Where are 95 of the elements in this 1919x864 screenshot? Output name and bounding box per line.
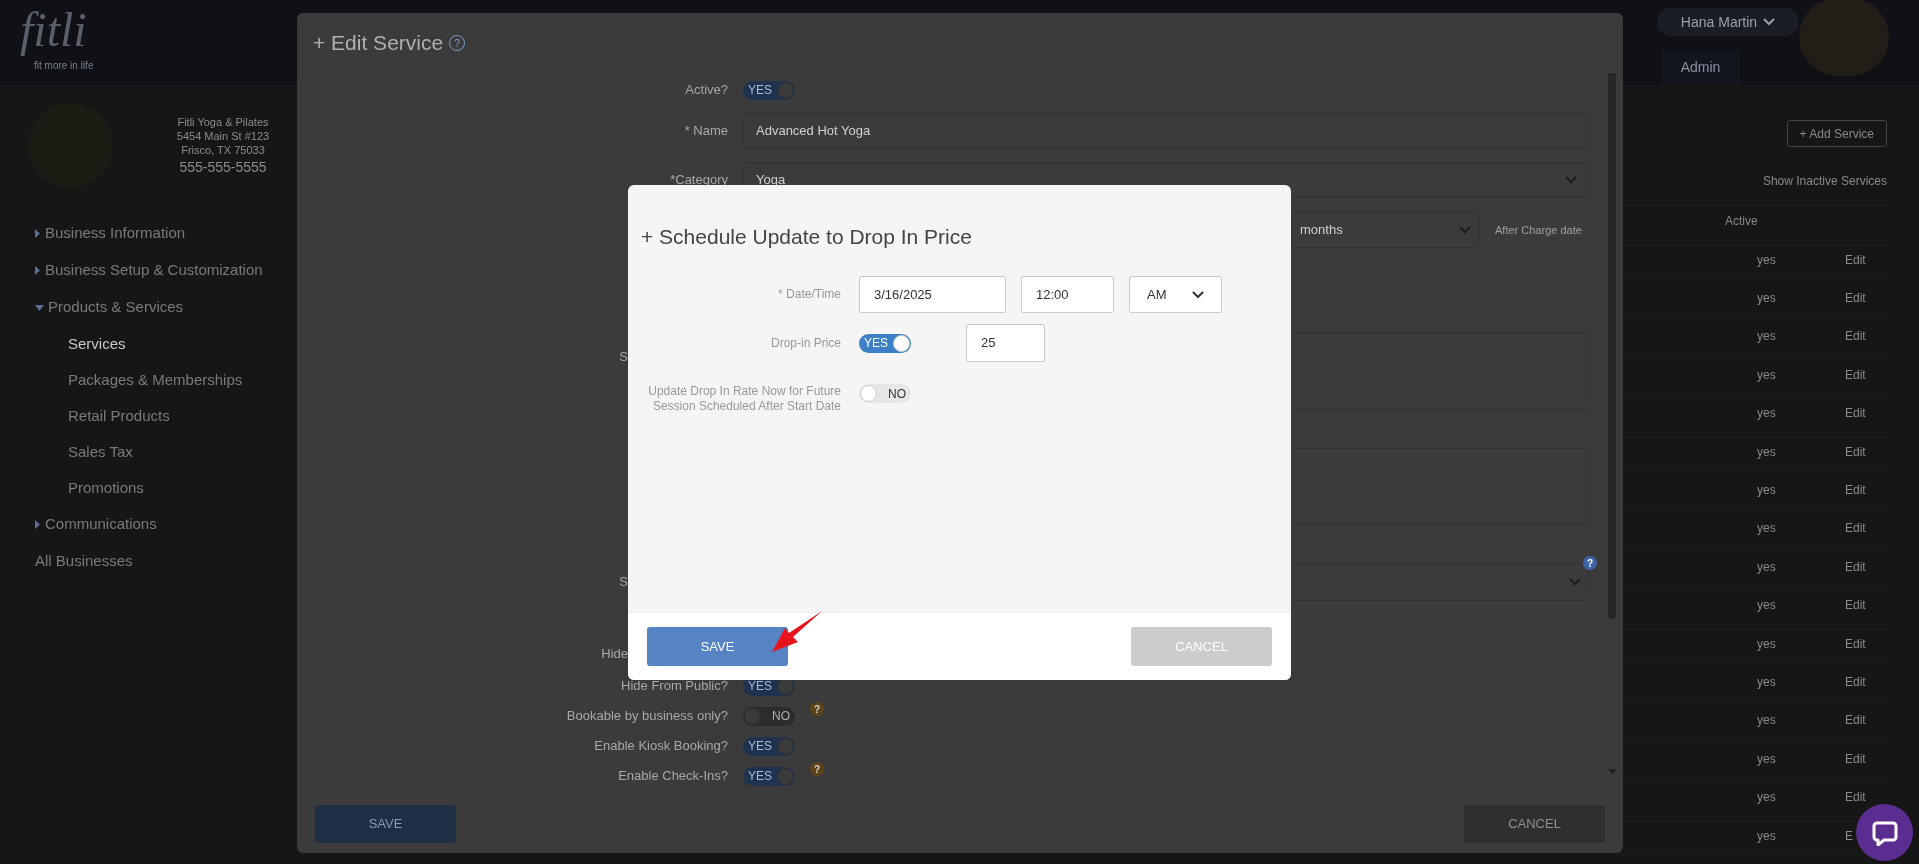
chevron-down-icon	[1565, 176, 1577, 184]
field-label: Hide	[600, 645, 628, 664]
toggle-switch[interactable]: NO	[743, 706, 795, 726]
table-cell-text: yes	[1757, 597, 1776, 615]
table-cell-text: yes	[1757, 635, 1776, 653]
table-cell-text: yes	[1757, 328, 1776, 346]
edit-link[interactable]: Edit	[1845, 444, 1866, 459]
table-cell-text: yes	[1757, 482, 1776, 500]
edit-link[interactable]: Edit	[1845, 751, 1866, 766]
toggle-switch[interactable]: YES	[859, 333, 911, 353]
help-icon[interactable]: ?	[810, 702, 824, 716]
table-cell-text: yes	[1757, 827, 1776, 845]
date-field[interactable]: 3/16/2025	[859, 276, 1006, 313]
edit-link[interactable]: Edit	[1845, 521, 1866, 536]
table-cell-text: yes	[1757, 290, 1776, 308]
edit-link[interactable]: Edit	[1845, 252, 1866, 267]
chat-bubble-icon	[1871, 819, 1898, 846]
field-label: Bookable by business only?	[565, 707, 728, 726]
save-button[interactable]: SAVE	[647, 627, 788, 666]
table-cell-text: yes	[1757, 750, 1776, 768]
toggle-switch[interactable]: YES	[743, 80, 795, 100]
sidebar-item[interactable]: Business Setup & Customization	[45, 259, 263, 282]
help-icon[interactable]: ?	[810, 762, 824, 776]
table-cell-text: yes	[1757, 520, 1776, 538]
scrollbar[interactable]	[1607, 73, 1617, 775]
table-cell-text: yes	[1757, 443, 1776, 461]
user-menu[interactable]: Hana Martin	[1657, 8, 1799, 36]
edit-link[interactable]: Edit	[1845, 329, 1866, 344]
field-label: * Name	[683, 122, 728, 141]
edit-link[interactable]: Edit	[1845, 406, 1866, 421]
sidebar-item[interactable]: All Businesses	[35, 550, 133, 573]
edit-link[interactable]: Edit	[1845, 483, 1866, 498]
sidebar-subitem[interactable]: Retail Products	[68, 404, 170, 428]
sidebar-item[interactable]: Business Information	[45, 222, 186, 245]
sidebar-subitem[interactable]: Promotions	[68, 476, 144, 500]
sidebar-subitem[interactable]: Sales Tax	[68, 440, 133, 464]
edit-link[interactable]: Edit	[1845, 291, 1866, 306]
field-label: Update Drop In Rate Now for Future Session Scheduled After Start Date	[647, 384, 841, 414]
edit-link[interactable]: Edit	[1845, 367, 1866, 382]
table-cell-text: yes	[1757, 366, 1776, 384]
toggle-switch[interactable]: YES	[743, 766, 795, 786]
table-cell-text: yes	[1757, 712, 1776, 730]
chevron-down-icon	[1763, 18, 1776, 26]
edit-link[interactable]: Edit	[1845, 598, 1866, 613]
field-label: Hide From Public?	[620, 677, 728, 696]
business-address: 5454 Main St #123	[176, 129, 270, 143]
cancel-button[interactable]: CANCEL	[1464, 804, 1605, 843]
edit-link[interactable]: Edit	[1845, 559, 1866, 574]
field-note: After Charge date	[1495, 223, 1583, 237]
add-service-button[interactable]: + Add Service	[1786, 120, 1887, 147]
edit-link[interactable]: Edit	[1845, 713, 1866, 728]
field-label: *Category	[669, 171, 728, 190]
chevron-down-icon	[1192, 290, 1204, 299]
table-cell-text: yes	[1757, 558, 1776, 576]
save-button[interactable]: SAVE	[315, 804, 456, 843]
business-name: Fitli Yoga & Pilates	[177, 115, 269, 129]
field-label: Enable Kiosk Booking?	[593, 737, 728, 756]
nav-tab[interactable]: Admin	[1662, 50, 1739, 85]
field-label: Enable Check-Ins?	[617, 767, 728, 786]
business-phone: 555-555-5555	[179, 158, 267, 177]
price-field[interactable]: 25	[966, 324, 1045, 362]
chevron-down-icon	[1569, 578, 1581, 586]
sidebar-item[interactable]: Communications	[45, 513, 157, 536]
sidebar-subitem[interactable]: Services	[68, 332, 126, 356]
chat-button[interactable]	[1856, 804, 1913, 861]
edit-link[interactable]: Edit	[1845, 790, 1866, 805]
chevron-down-icon	[1459, 226, 1471, 234]
table-cell-text: yes	[1757, 789, 1776, 807]
table-cell-text: yes	[1757, 251, 1776, 269]
field-label: * Date/Time	[777, 287, 841, 302]
toggle-switch[interactable]: YES	[743, 736, 795, 756]
sidebar-item[interactable]: Products & Services	[48, 296, 184, 319]
edit-link[interactable]: Edit	[1845, 636, 1866, 651]
column-header: Active	[1725, 212, 1758, 230]
table-cell-text: yes	[1757, 674, 1776, 691]
am-pm-select[interactable]: AM	[1129, 276, 1222, 313]
field-label: Drop-in Price	[769, 335, 841, 351]
table-cell-text: yes	[1757, 405, 1776, 423]
period-select[interactable]: months	[1291, 212, 1480, 248]
edit-link[interactable]: E	[1845, 828, 1853, 843]
help-icon[interactable]: ?	[1583, 556, 1597, 570]
field-label: Active?	[684, 81, 728, 100]
dialog-title: + Schedule Update to Drop In Price	[641, 225, 972, 248]
sidebar-subitem[interactable]: Packages & Memberships	[68, 368, 243, 392]
business-city: Frisco, TX 75033	[181, 143, 265, 157]
scroll-down-icon[interactable]	[1607, 769, 1617, 775]
toggle-switch[interactable]: NO	[859, 384, 911, 403]
time-field[interactable]: 12:00	[1021, 276, 1114, 313]
logo: fitli	[20, 2, 88, 58]
edit-link[interactable]: Edit	[1845, 675, 1866, 689]
field-label: S	[618, 348, 628, 366]
logo-tagline: fit more in life	[33, 59, 95, 73]
name-field[interactable]: Advanced Hot Yoga	[743, 113, 1590, 149]
dialog-title: + Edit Service	[313, 30, 444, 57]
field-label: S	[618, 573, 628, 592]
